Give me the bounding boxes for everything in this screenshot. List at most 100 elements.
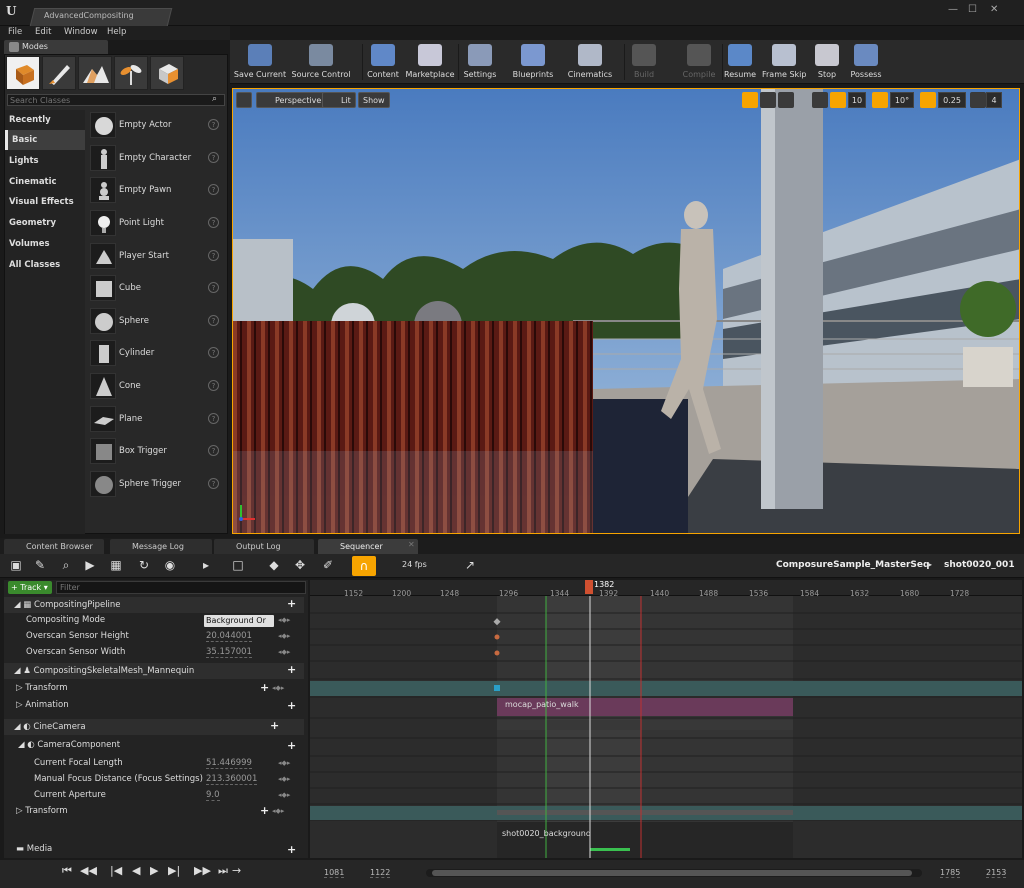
place-mode-button[interactable] [6,56,40,90]
actor-empty-pawn[interactable]: Empty Pawn? [86,175,226,207]
step-back-icon[interactable]: ◀◀ [80,864,97,877]
key-nav-icon[interactable]: ◂◆▸ [278,616,290,624]
grid-snap-value[interactable]: 10 [848,92,866,108]
next-key-icon[interactable]: ▶| [168,864,180,877]
actor-cone[interactable]: Cone? [86,371,226,403]
actor-cylinder[interactable]: Cylinder? [86,338,226,370]
stop-button[interactable]: Stop [814,42,840,82]
play-icon[interactable]: ▶ [150,864,158,877]
help-icon[interactable]: ? [208,445,219,456]
show-button[interactable]: Show [358,92,390,108]
breadcrumb-master-sequence[interactable]: ComposureSample_MasterSeq [776,560,929,570]
help-icon[interactable]: ? [208,184,219,195]
category-geometry[interactable]: Geometry [5,213,85,233]
marketplace-button[interactable]: Marketplace [404,42,456,82]
jump-end-icon[interactable]: ⏭ [218,864,228,878]
key-nav-icon[interactable]: ◂◆▸ [278,791,290,799]
track-overscan-height[interactable]: Overscan Sensor Height [4,631,304,645]
tab-output-log[interactable]: Output Log [214,539,314,554]
scale-snap-value[interactable]: 0.25 [938,92,966,108]
camera-speed-icon[interactable] [970,92,986,108]
track-media[interactable]: ▬ Media [4,844,304,858]
camera-icon[interactable]: ▶ [82,557,98,573]
category-all-classes[interactable]: All Classes [5,255,85,275]
playhead-handle[interactable] [585,580,593,594]
save-as-icon[interactable]: ✎ [32,557,48,573]
curve-icon[interactable]: ✐ [320,557,336,573]
track-camera-component[interactable]: ◢ ◐ CameraComponent [4,740,304,754]
key-nav-icon[interactable]: ◂◆▸ [278,632,290,640]
camera-speed-value[interactable]: 4 [986,92,1002,108]
content-button[interactable]: Content [364,42,402,82]
category-visual-effects[interactable]: Visual Effects [5,192,85,212]
playback-end-value[interactable]: 1785 [940,868,961,878]
help-icon[interactable]: ? [208,315,219,326]
modes-tab[interactable] [4,40,108,54]
settings-button[interactable]: Settings [460,42,500,82]
focal-length-value[interactable]: 51.446999 [206,758,252,769]
frame-rate-selector[interactable]: 24 fps [402,560,427,569]
eye-icon[interactable]: ◉ [162,557,178,573]
paint-mode-button[interactable] [42,56,76,90]
actor-box-trigger[interactable]: Box Trigger? [86,436,226,468]
rotate-icon[interactable] [760,92,776,108]
focus-distance-value[interactable]: 213.360001 [206,774,258,785]
track-filter-input[interactable]: Filter [56,581,306,594]
overscan-height-value[interactable]: 20.044001 [206,631,252,642]
view-end-value[interactable]: 2153 [986,868,1007,878]
blueprints-button[interactable]: Blueprints [510,42,556,82]
view-start-value[interactable]: 1081 [324,868,345,878]
world-space-icon[interactable] [812,92,828,108]
actor-player-start[interactable]: Player Start? [86,241,226,273]
selection-icon[interactable]: □ [230,557,246,573]
media-clip-label[interactable]: shot0020_background [502,829,591,838]
key-nav-icon[interactable]: ◂◆▸ [278,648,290,656]
maximize-icon[interactable]: ☐ [968,4,988,16]
track-overscan-width[interactable]: Overscan Sensor Width [4,647,304,661]
actor-empty-character[interactable]: Empty Character? [86,143,226,175]
help-icon[interactable]: ? [208,478,219,489]
play-options-icon[interactable]: ▸ [198,557,214,573]
compositing-mode-dropdown[interactable]: Background Or [204,615,274,627]
compile-button[interactable]: Compile [680,42,718,82]
actor-cube[interactable]: Cube? [86,273,226,305]
category-lights[interactable]: Lights [5,151,85,171]
help-icon[interactable]: ? [208,119,219,130]
tab-sequencer[interactable]: Sequencer [318,539,418,554]
help-icon[interactable]: ? [208,347,219,358]
key-nav-icon[interactable]: ◂◆▸ [278,759,290,767]
breadcrumb-shot[interactable]: shot0020_001 [944,560,1015,570]
snapping-magnet-icon[interactable]: ∩ [352,556,376,576]
frame-skip-button[interactable]: Frame Skip [762,42,806,82]
grid-snap-icon[interactable] [830,92,846,108]
reverse-play-icon[interactable]: ◀ [132,864,140,877]
possess-button[interactable]: Possess [848,42,884,82]
actor-plane[interactable]: Plane? [86,404,226,436]
add-icon[interactable]: + [270,719,279,732]
add-icon[interactable]: + [287,739,296,752]
key-nav-icon[interactable]: ◂◆▸ [272,807,284,815]
level-viewport[interactable] [232,88,1020,534]
cinematics-button[interactable]: Cinematics [566,42,614,82]
add-icon[interactable]: + [287,843,296,856]
perspective-button[interactable]: Perspective [256,92,327,108]
step-forward-icon[interactable]: ▶▶ [194,864,211,877]
help-icon[interactable]: ? [208,282,219,293]
tab-content-browser[interactable]: Content Browser [4,539,104,554]
translate-icon[interactable] [742,92,758,108]
render-movie-icon[interactable]: ▦ [108,557,124,573]
aperture-value[interactable]: 9.0 [206,790,220,801]
close-icon[interactable]: ✕ [990,4,1014,16]
track-focus-distance[interactable]: Manual Focus Distance (Focus Settings) [4,774,304,788]
add-track-button[interactable]: + Track ▾ [8,581,52,594]
track-cinecamera[interactable]: ◢ ◐ CineCamera [4,719,304,735]
save-icon[interactable]: ▣ [8,557,24,573]
search-icon[interactable]: ⌕ [212,94,224,106]
track-transform[interactable]: ▷ Transform [4,683,304,697]
help-icon[interactable]: ? [208,250,219,261]
menu-help[interactable]: Help [107,27,126,37]
add-icon[interactable]: + [287,663,296,676]
menu-file[interactable]: File [8,27,22,37]
landscape-mode-button[interactable] [78,56,112,90]
add-icon[interactable]: + [287,699,296,712]
